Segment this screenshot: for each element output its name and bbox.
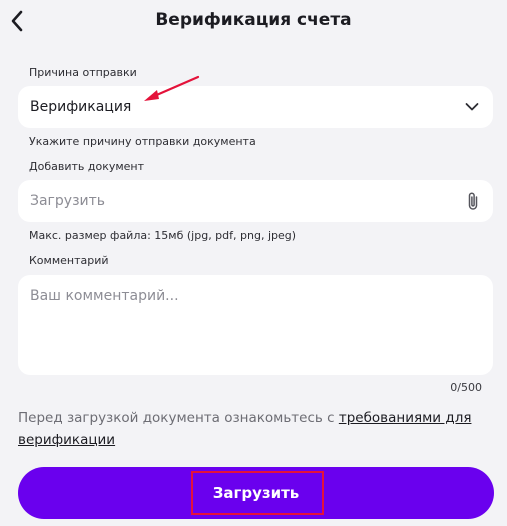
verification-notice: Перед загрузкой документа ознакомьтесь с… [18, 407, 488, 451]
paperclip-icon[interactable] [467, 191, 479, 211]
submit-button[interactable]: Загрузить [18, 467, 494, 519]
header: Верификация счета [0, 0, 507, 42]
comment-placeholder: Ваш комментарий... [30, 288, 179, 304]
comment-textarea[interactable]: Ваш комментарий... [18, 275, 493, 375]
comment-counter: 0/500 [450, 381, 482, 394]
notice-text: Перед загрузкой документа ознакомьтесь с [18, 410, 339, 426]
document-placeholder: Загрузить [30, 193, 106, 209]
reason-hint: Укажите причину отправки документа [29, 135, 256, 148]
document-upload-field[interactable]: Загрузить [18, 180, 493, 222]
submit-label: Загрузить [212, 484, 300, 502]
document-hint: Макс. размер файла: 15мб (jpg, pdf, png,… [29, 229, 297, 242]
document-label: Добавить документ [29, 160, 145, 173]
reason-select[interactable]: Верификация [18, 86, 493, 128]
reason-label: Причина отправки [29, 66, 137, 79]
page-title: Верификация счета [155, 10, 352, 30]
chevron-down-icon [465, 103, 479, 112]
comment-label: Комментарий [29, 254, 109, 267]
reason-value: Верификация [30, 99, 132, 115]
